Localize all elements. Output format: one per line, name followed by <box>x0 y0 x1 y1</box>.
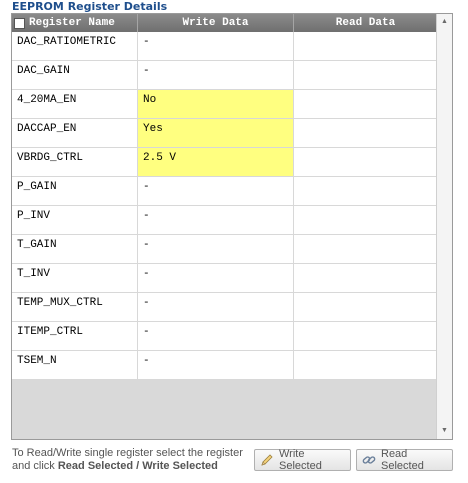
write-data-cell[interactable]: 2.5 V <box>138 148 294 177</box>
column-header-read-data[interactable]: Read Data <box>294 14 437 32</box>
write-data-cell[interactable]: - <box>138 32 294 61</box>
column-header-write-data[interactable]: Write Data <box>138 14 294 32</box>
register-name-cell: T_GAIN <box>12 235 138 264</box>
register-name-cell: P_INV <box>12 206 138 235</box>
table-row[interactable]: T_GAIN - <box>12 235 437 264</box>
link-icon <box>361 452 377 468</box>
register-name-cell: TSEM_N <box>12 351 138 380</box>
table-row[interactable]: P_INV - <box>12 206 437 235</box>
scroll-up-icon[interactable]: ▲ <box>437 16 452 28</box>
register-grid: Register Name Write Data Read Data DAC_R… <box>11 13 453 440</box>
write-selected-label: Write Selected <box>279 448 322 472</box>
register-name-cell: P_GAIN <box>12 177 138 206</box>
write-selected-button[interactable]: Write Selected <box>254 448 351 472</box>
read-data-cell[interactable] <box>294 293 437 322</box>
read-data-cell[interactable] <box>294 322 437 351</box>
write-data-cell[interactable]: No <box>138 90 294 119</box>
register-name-cell: TEMP_MUX_CTRL <box>12 293 138 322</box>
column-label-write: Write Data <box>182 17 249 29</box>
vertical-scrollbar[interactable]: ▲ ▼ <box>436 14 452 439</box>
read-data-cell[interactable] <box>294 177 437 206</box>
hint-line-1: To Read/Write single register select the… <box>12 447 243 459</box>
read-data-cell[interactable] <box>294 119 437 148</box>
panel-title: EEPROM Register Details <box>12 0 168 13</box>
write-data-cell[interactable]: - <box>138 264 294 293</box>
grid-header: Register Name Write Data Read Data <box>12 14 437 32</box>
read-data-cell[interactable] <box>294 90 437 119</box>
hint-line-2-prefix: and click <box>12 460 58 472</box>
read-data-cell[interactable] <box>294 148 437 177</box>
register-name-cell: 4_20MA_EN <box>12 90 138 119</box>
register-name-cell: DAC_RATIOMETRIC <box>12 32 138 61</box>
write-data-cell[interactable]: - <box>138 351 294 380</box>
register-name-cell: T_INV <box>12 264 138 293</box>
table-row[interactable]: VBRDG_CTRL 2.5 V <box>12 148 437 177</box>
scroll-down-icon[interactable]: ▼ <box>437 425 452 437</box>
table-row[interactable]: TSEM_N - <box>12 351 437 380</box>
write-data-cell[interactable]: - <box>138 177 294 206</box>
select-all-checkbox[interactable] <box>14 17 25 29</box>
register-name-cell: DAC_GAIN <box>12 61 138 90</box>
column-label-read: Read Data <box>335 17 396 29</box>
table-row[interactable]: P_GAIN - <box>12 177 437 206</box>
table-row[interactable]: DAC_GAIN - <box>12 61 437 90</box>
table-row[interactable]: T_INV - <box>12 264 437 293</box>
write-data-cell[interactable]: - <box>138 61 294 90</box>
read-data-cell[interactable] <box>294 235 437 264</box>
table-row[interactable]: ITEMP_CTRL - <box>12 322 437 351</box>
table-row[interactable]: TEMP_MUX_CTRL - <box>12 293 437 322</box>
read-selected-label: Read Selected <box>381 448 424 472</box>
register-name-cell: VBRDG_CTRL <box>12 148 138 177</box>
hint-line-2-bold: Read Selected / Write Selected <box>57 460 218 472</box>
pencil-icon <box>259 452 275 468</box>
read-data-cell[interactable] <box>294 61 437 90</box>
read-selected-button[interactable]: Read Selected <box>356 448 453 472</box>
register-name-cell: DACCAP_EN <box>12 119 138 148</box>
write-data-cell[interactable]: - <box>138 206 294 235</box>
read-data-cell[interactable] <box>294 32 437 61</box>
write-data-cell[interactable]: - <box>138 293 294 322</box>
table-row[interactable]: DAC_RATIOMETRIC - <box>12 32 437 61</box>
write-data-cell[interactable]: - <box>138 235 294 264</box>
column-header-register-name[interactable]: Register Name <box>12 14 138 32</box>
table-row[interactable]: 4_20MA_EN No <box>12 90 437 119</box>
column-label-name: Register Name <box>29 17 115 29</box>
register-name-cell: ITEMP_CTRL <box>12 322 138 351</box>
read-data-cell[interactable] <box>294 264 437 293</box>
grid-rows: DAC_RATIOMETRIC - DAC_GAIN -4_20MA_EN No DACC… <box>12 32 437 380</box>
write-data-cell[interactable]: Yes <box>138 119 294 148</box>
write-data-cell[interactable]: - <box>138 322 294 351</box>
read-data-cell[interactable] <box>294 351 437 380</box>
table-row[interactable]: DACCAP_EN Yes <box>12 119 437 148</box>
read-data-cell[interactable] <box>294 206 437 235</box>
instruction-text: To Read/Write single register select the… <box>12 447 252 473</box>
